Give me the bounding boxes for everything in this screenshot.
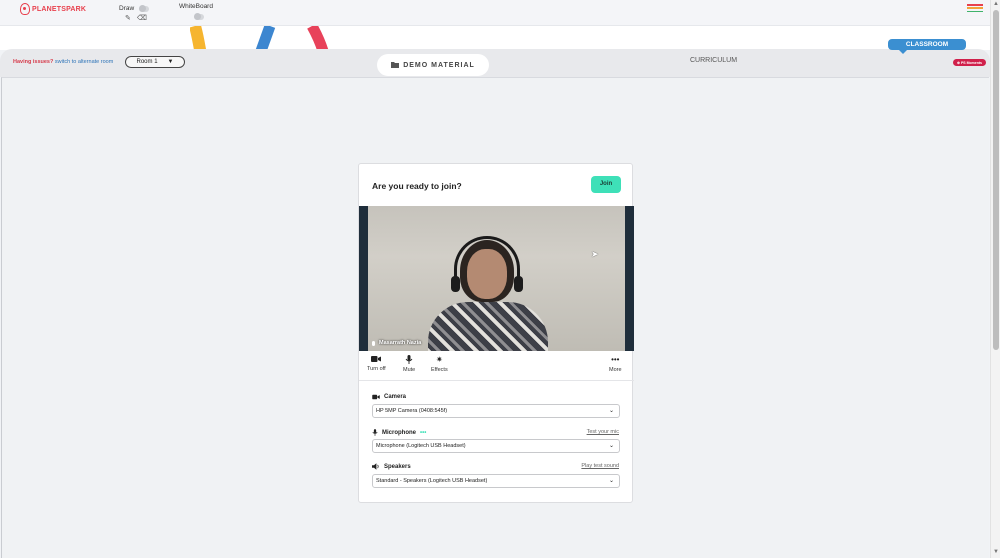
room-select[interactable]: Room 1 ▼ xyxy=(125,56,185,68)
speakers-select[interactable]: Standard - Speakers (Logitech USB Headse… xyxy=(372,474,620,488)
chevron-down-icon: ⌄ xyxy=(608,443,614,449)
draw-toggle[interactable] xyxy=(139,5,149,12)
tab-classroom[interactable]: CLASSROOM xyxy=(888,39,966,54)
room-select-value: Room 1 xyxy=(136,59,158,65)
whiteboard-label: WhiteBoard xyxy=(179,3,213,10)
headset-earcup-right xyxy=(514,276,523,292)
folder-icon xyxy=(391,62,400,68)
join-card-title: Are you ready to join? xyxy=(372,181,462,191)
camera-select[interactable]: HP 5MP Camera (0408:545f) ⌄ xyxy=(372,404,620,418)
mic-level-indicator: ••• xyxy=(420,429,427,436)
chevron-down-icon: ⌄ xyxy=(608,478,614,484)
hamburger-menu-icon[interactable] xyxy=(967,4,983,12)
pencil-icon[interactable]: ✎ xyxy=(125,15,131,22)
more-dots-icon: ••• xyxy=(611,355,620,364)
whiteboard-toggle[interactable] xyxy=(194,13,204,20)
logo-mark-icon xyxy=(20,3,30,15)
participant-body xyxy=(428,302,548,351)
effects-sparkle-icon: ✷ xyxy=(436,355,443,364)
speakers-select-value: Standard - Speakers (Logitech USB Headse… xyxy=(376,478,488,484)
microphone-label: Microphone xyxy=(382,429,416,436)
headset-earcup-left xyxy=(451,276,460,292)
effects-button[interactable]: ✷ Effects xyxy=(431,355,448,373)
camera-label: Camera xyxy=(384,394,407,400)
turn-off-label: Turn off xyxy=(367,366,386,372)
media-controls: Turn off Mute ✷ Effects ••• More xyxy=(359,352,634,381)
ps-moments-label: PS Moments xyxy=(960,60,982,65)
draw-label: Draw xyxy=(119,5,135,12)
participant-name-tag: Masarrath Nazia xyxy=(372,340,421,346)
more-options-button[interactable]: ••• More xyxy=(609,355,622,373)
microphone-icon xyxy=(405,355,413,364)
scroll-up-icon[interactable]: ▲ xyxy=(993,1,999,7)
video-camera-icon xyxy=(372,394,380,400)
plus-circle-icon: ⊕ xyxy=(957,60,960,65)
switch-room-link[interactable]: switch to alternate room xyxy=(55,59,113,65)
video-preview: Masarrath Nazia ➤ xyxy=(359,206,634,351)
microphone-field-label: Microphone ••• xyxy=(372,429,426,436)
menu-line-red xyxy=(967,4,983,6)
chevron-down-icon: ▼ xyxy=(167,59,174,65)
tab-curriculum[interactable]: CURRICULUM xyxy=(690,57,737,64)
speaker-icon xyxy=(372,463,379,470)
menu-line-orange xyxy=(967,7,983,9)
camera-feed: Masarrath Nazia xyxy=(368,206,625,351)
microphone-icon xyxy=(372,429,378,436)
camera-select-value: HP 5MP Camera (0408:545f) xyxy=(376,408,448,414)
chevron-down-icon: ⌄ xyxy=(608,408,614,414)
join-card: Are you ready to join? Join Masarrath Na… xyxy=(358,163,634,503)
planetspark-logo[interactable]: PLANETSPARK xyxy=(20,3,86,15)
mouse-cursor-icon: ➤ xyxy=(591,249,599,259)
tab-demo-material[interactable]: DEMO MATERIAL xyxy=(377,54,489,76)
scrollbar-thumb[interactable] xyxy=(993,10,999,350)
camera-field-label: Camera xyxy=(372,394,406,400)
ps-moments-badge[interactable]: ⊕ PS Moments xyxy=(953,59,986,66)
scroll-down-icon[interactable]: ▼ xyxy=(993,549,999,555)
test-mic-link[interactable]: Test your mic xyxy=(587,429,619,435)
header-banner xyxy=(0,26,990,76)
tab-demo-material-label: DEMO MATERIAL xyxy=(403,61,475,69)
eraser-icon[interactable]: ⌫ xyxy=(137,15,147,22)
logo-text: PLANETSPARK xyxy=(32,5,87,13)
participant-name: Masarrath Nazia xyxy=(379,340,422,346)
issues-text: Having issues? xyxy=(13,59,54,65)
speakers-field-label: Speakers xyxy=(372,463,411,470)
headset-band xyxy=(454,236,520,286)
turn-off-camera-button[interactable]: Turn off xyxy=(367,355,386,372)
mute-button[interactable]: Mute xyxy=(403,355,415,373)
speakers-label: Speakers xyxy=(384,463,411,470)
issues-notice: Having issues? switch to alternate room xyxy=(13,59,113,65)
video-camera-icon xyxy=(371,356,382,362)
effects-label: Effects xyxy=(431,367,448,373)
mute-label: Mute xyxy=(403,367,416,373)
more-label: More xyxy=(609,367,622,373)
mic-icon xyxy=(372,340,375,346)
top-toolbar: PLANETSPARK Draw ✎ ⌫ WhiteBoard xyxy=(0,0,990,26)
microphone-select[interactable]: Microphone (Logitech USB Headset) ⌄ xyxy=(372,439,620,453)
page-scrollbar[interactable]: ▲ ▼ xyxy=(990,0,1000,558)
play-test-sound-link[interactable]: Play test sound xyxy=(581,463,619,469)
microphone-select-value: Microphone (Logitech USB Headset) xyxy=(376,443,466,449)
menu-line-green xyxy=(967,10,983,12)
join-button[interactable]: Join xyxy=(591,176,621,193)
